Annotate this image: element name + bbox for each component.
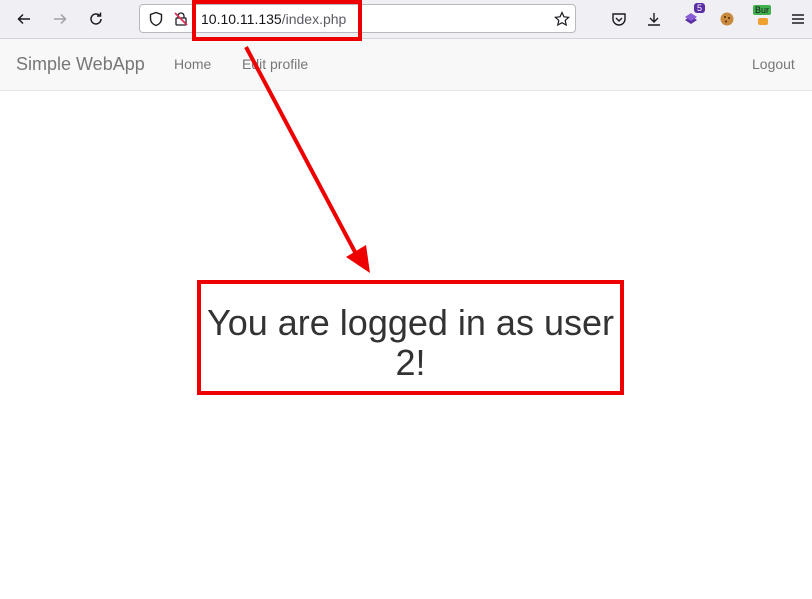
- extension-button[interactable]: 5: [677, 3, 705, 33]
- back-arrow-icon: [17, 13, 30, 25]
- downloads-button[interactable]: [640, 5, 668, 33]
- menu-icon: [792, 14, 804, 24]
- shield-icon[interactable]: [148, 11, 164, 27]
- download-icon: [648, 13, 660, 26]
- app-menu-button[interactable]: [784, 5, 812, 33]
- reload-button[interactable]: [82, 5, 110, 33]
- extension-icon: [685, 13, 697, 24]
- nav-link-logout[interactable]: Logout: [752, 56, 795, 72]
- nav-link-edit-profile[interactable]: Edit profile: [242, 56, 308, 72]
- navbar-brand[interactable]: Simple WebApp: [16, 54, 145, 75]
- url-highlight-box: [192, 0, 362, 41]
- forward-arrow-icon: [54, 13, 67, 25]
- arrow-head: [346, 245, 370, 273]
- back-button[interactable]: [10, 5, 38, 33]
- extension-badge: 5: [693, 3, 705, 13]
- message-highlight-box: [197, 280, 624, 395]
- site-navbar: Simple WebApp Home Edit profile Logout: [0, 39, 812, 91]
- insecure-lock-icon[interactable]: [173, 11, 189, 27]
- cookie-icon: [720, 12, 734, 26]
- pocket-icon: [612, 13, 626, 26]
- cookie-extension-button[interactable]: [713, 5, 741, 33]
- forward-button[interactable]: [46, 5, 74, 33]
- pocket-button[interactable]: [605, 5, 633, 33]
- burp-extension-button[interactable]: Bur: [749, 5, 777, 33]
- browser-toolbar: 10.10.11.135/index.php 5 Bur: [0, 0, 812, 39]
- bookmark-star-icon[interactable]: [554, 11, 570, 27]
- burp-badge: Bur: [753, 5, 772, 15]
- reload-icon: [90, 12, 102, 25]
- nav-link-home[interactable]: Home: [174, 56, 211, 72]
